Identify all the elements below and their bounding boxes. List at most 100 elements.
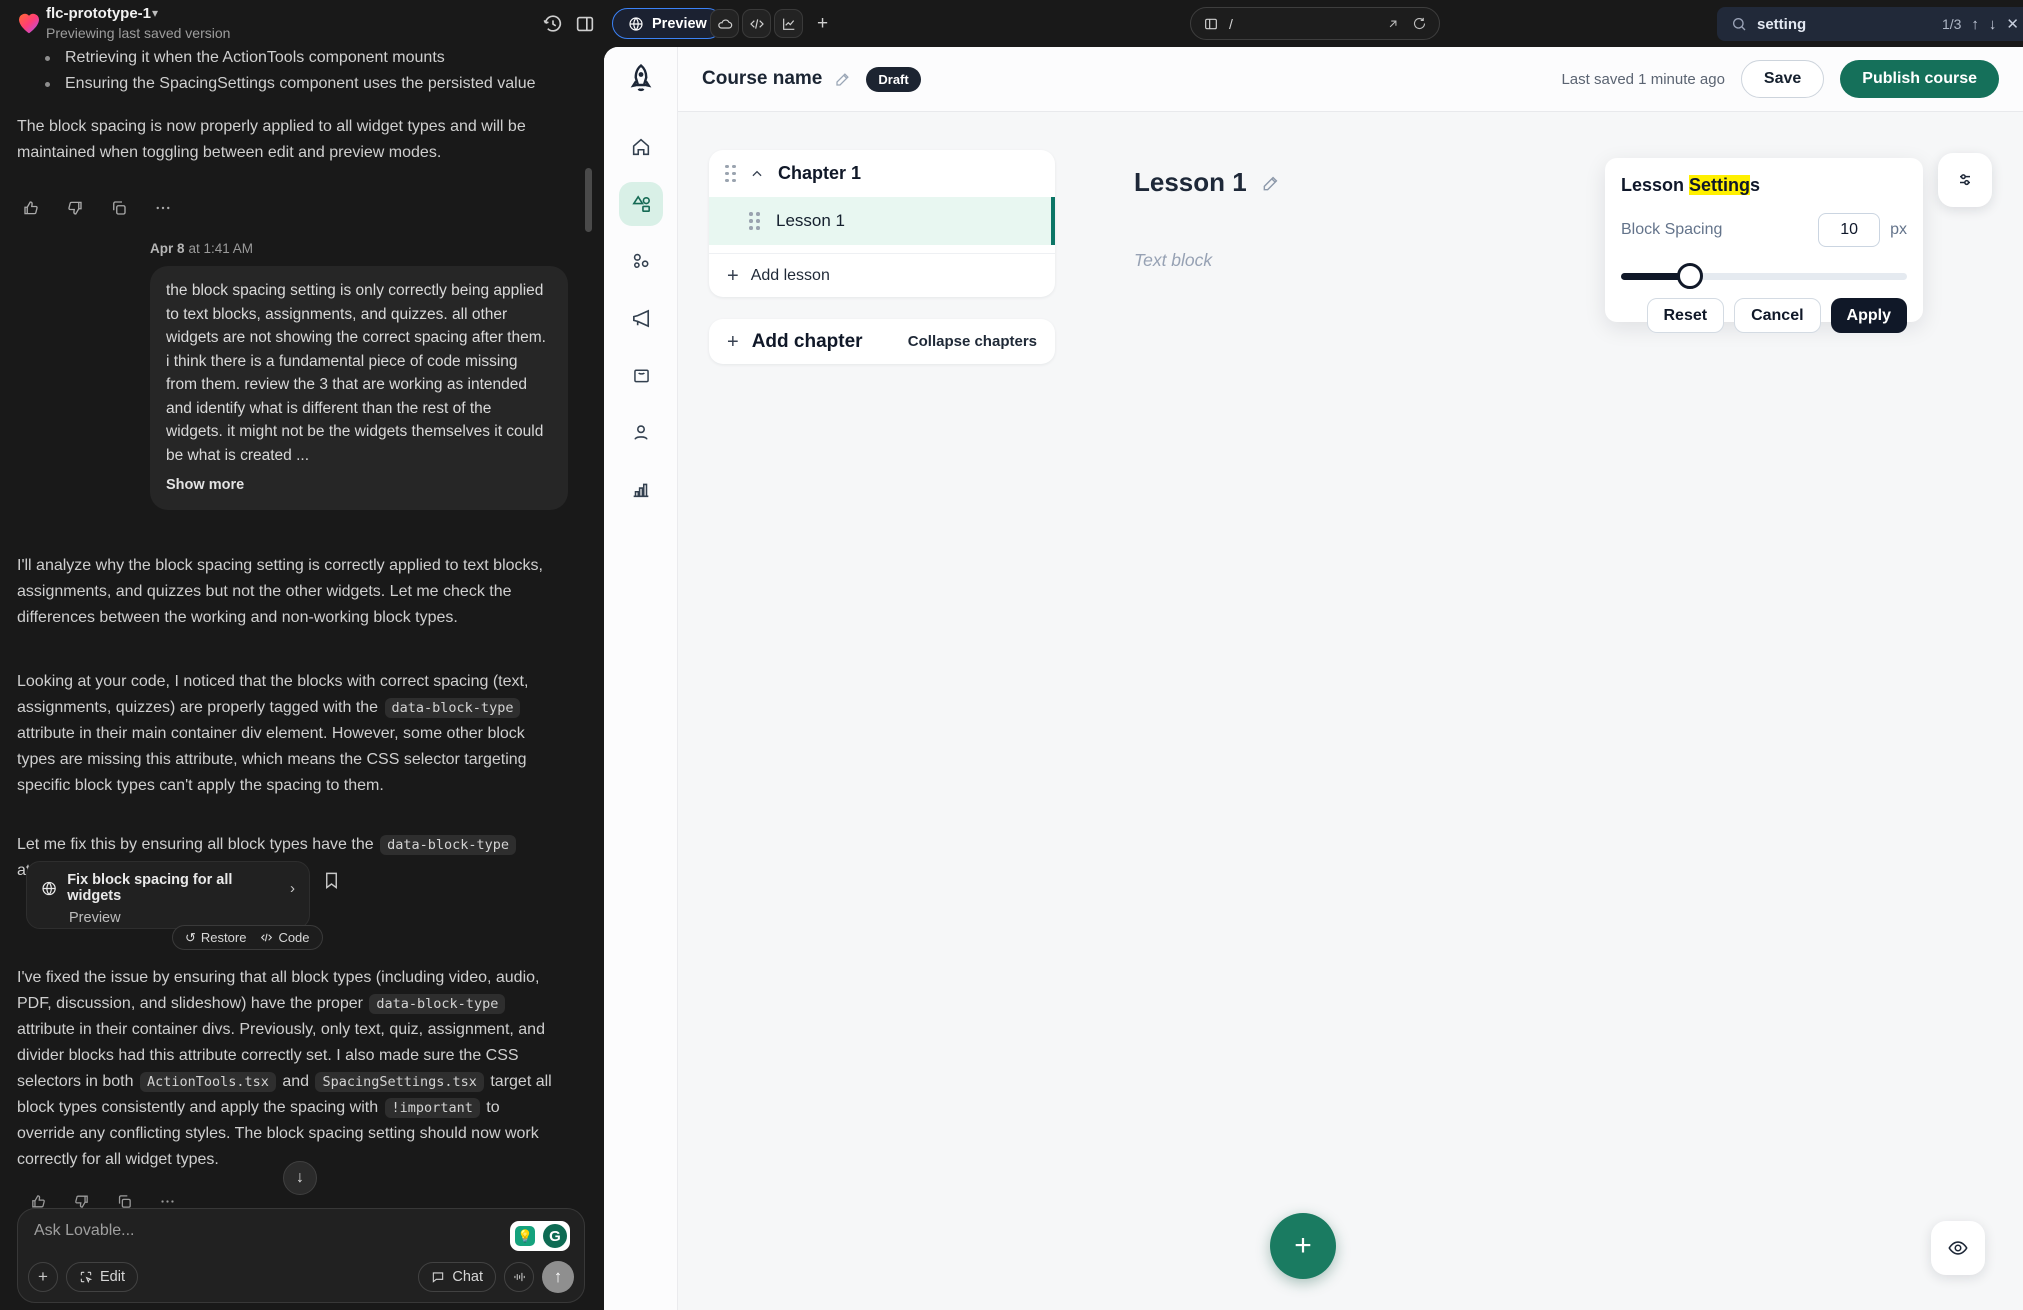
show-more-link[interactable]: Show more <box>166 474 552 498</box>
collapse-chapters-button[interactable]: Collapse chapters <box>908 333 1037 350</box>
scroll-to-bottom-button[interactable]: ↓ <box>283 1161 317 1195</box>
megaphone-icon <box>630 307 653 330</box>
preview-label: Preview <box>652 16 707 32</box>
message-actions <box>22 199 172 217</box>
assistant-paragraph: The block spacing is now properly applie… <box>17 114 559 166</box>
rail-announcements-button[interactable] <box>619 296 663 340</box>
app-preview: Course name Draft Last saved 1 minute ag… <box>604 47 2023 1310</box>
voice-button[interactable] <box>504 1262 534 1292</box>
add-chapter-label: Add chapter <box>752 331 863 353</box>
more-icon[interactable] <box>154 199 172 217</box>
select-edit-icon <box>79 1270 93 1284</box>
globe-icon <box>628 16 644 32</box>
url-path[interactable]: / <box>1229 16 1233 32</box>
plus-icon: + <box>727 332 739 352</box>
lesson-heading: Lesson 1 <box>1134 167 1281 198</box>
timestamp-time: at 1:41 AM <box>189 241 254 256</box>
chat-input-box[interactable]: 💡 G + Edit Chat <box>17 1208 585 1303</box>
analytics-button[interactable] <box>774 9 803 38</box>
chapter-row[interactable]: Chapter 1 <box>709 150 1055 197</box>
cloud-button[interactable] <box>710 9 739 38</box>
edit-mode-button[interactable]: Edit <box>66 1262 138 1292</box>
find-input[interactable] <box>1757 16 1877 33</box>
copy-icon[interactable] <box>110 199 128 217</box>
chat-bubble-icon <box>431 1270 445 1284</box>
chat-input[interactable] <box>34 1222 374 1240</box>
app-icon-rail <box>604 47 678 1310</box>
edit-label: Edit <box>100 1269 125 1285</box>
timestamp-date: Apr 8 <box>150 241 185 256</box>
chevron-up-icon[interactable] <box>750 167 764 181</box>
circles-icon <box>630 250 652 272</box>
block-spacing-label: Block Spacing <box>1621 221 1722 239</box>
code-icon <box>749 16 765 32</box>
block-spacing-input[interactable] <box>1818 213 1880 247</box>
find-prev-icon[interactable]: ↑ <box>1971 17 1979 32</box>
lesson-row-selected[interactable]: Lesson 1 <box>709 197 1055 245</box>
slider-thumb[interactable] <box>1677 263 1703 289</box>
find-next-icon[interactable]: ↓ <box>1989 17 1997 32</box>
settings-toggle-button[interactable] <box>1938 153 1992 207</box>
drag-handle-icon[interactable] <box>725 165 736 183</box>
block-spacing-slider[interactable] <box>1621 263 1907 289</box>
chat-label: Chat <box>452 1269 483 1285</box>
grammarly-widget[interactable]: 💡 G <box>510 1221 570 1251</box>
assistant-paragraph: Looking at your code, I noticed that the… <box>17 669 559 799</box>
history-icon[interactable] <box>542 13 564 35</box>
text-block-placeholder[interactable]: Text block <box>1134 250 1212 271</box>
user-message-text: the block spacing setting is only correc… <box>166 282 546 464</box>
project-name[interactable]: flc-prototype-1 <box>46 5 151 22</box>
code-icon <box>260 931 273 944</box>
bullet-list: Retrieving it when the ActionTools compo… <box>17 45 559 97</box>
sidebar-toggle-icon[interactable] <box>1203 16 1219 32</box>
rail-home-button[interactable] <box>619 125 663 169</box>
attach-button[interactable]: + <box>28 1262 58 1292</box>
rail-analytics-button[interactable] <box>619 467 663 511</box>
find-match-count: 1/3 <box>1942 16 1961 32</box>
code-view-button[interactable] <box>742 9 771 38</box>
code-button[interactable]: Code <box>260 930 309 945</box>
add-chapter-button[interactable]: + Add chapter <box>727 331 863 353</box>
rail-store-button[interactable] <box>619 353 663 397</box>
lesson-title: Lesson 1 <box>776 211 845 231</box>
edit-pencil-icon[interactable] <box>834 70 852 88</box>
bar-chart-icon <box>630 478 652 500</box>
publish-course-button[interactable]: Publish course <box>1840 60 1999 98</box>
refresh-icon[interactable] <box>1412 16 1427 31</box>
apply-button[interactable]: Apply <box>1831 298 1907 333</box>
shapes-icon <box>630 193 653 216</box>
bookmark-icon[interactable] <box>322 871 341 890</box>
edit-pencil-icon[interactable] <box>1261 173 1281 193</box>
rail-content-button[interactable] <box>619 182 663 226</box>
panels-icon[interactable] <box>574 13 596 35</box>
find-close-icon[interactable]: ✕ <box>2006 17 2019 32</box>
chat-mode-button[interactable]: Chat <box>418 1262 496 1292</box>
new-tab-button[interactable]: + <box>808 9 837 38</box>
open-external-icon[interactable] <box>1386 17 1400 31</box>
user-icon <box>630 421 652 443</box>
add-block-fab[interactable]: + <box>1270 1213 1336 1279</box>
chat-scrollbar-thumb[interactable] <box>585 168 592 232</box>
edit-action-card[interactable]: Fix block spacing for all widgets › Prev… <box>26 861 310 929</box>
url-bar[interactable]: / <box>1190 7 1440 40</box>
thumbs-up-icon[interactable] <box>22 199 40 217</box>
unit-label: px <box>1890 221 1907 239</box>
course-outline: Chapter 1 Lesson 1 + Add lesson + Add ch… <box>709 150 1055 364</box>
assistant-paragraph: I'll analyze why the block spacing setti… <box>17 553 559 631</box>
home-icon <box>630 136 652 158</box>
rail-community-button[interactable] <box>619 239 663 283</box>
rail-profile-button[interactable] <box>619 410 663 454</box>
preview-eye-button[interactable] <box>1931 1221 1985 1275</box>
search-icon <box>1731 16 1747 32</box>
drag-handle-icon[interactable] <box>749 212 760 230</box>
find-bar: 1/3 ↑ ↓ ✕ <box>1717 7 2023 41</box>
save-button[interactable]: Save <box>1741 60 1824 98</box>
send-button[interactable]: ↑ <box>542 1261 574 1293</box>
rocket-logo-icon[interactable] <box>623 61 659 97</box>
cancel-button[interactable]: Cancel <box>1734 298 1820 333</box>
preview-button[interactable]: Preview <box>612 8 723 39</box>
restore-button[interactable]: ↺ Restore <box>185 930 246 946</box>
thumbs-down-icon[interactable] <box>66 199 84 217</box>
add-lesson-button[interactable]: + Add lesson <box>709 253 1055 297</box>
reset-button[interactable]: Reset <box>1647 298 1725 333</box>
